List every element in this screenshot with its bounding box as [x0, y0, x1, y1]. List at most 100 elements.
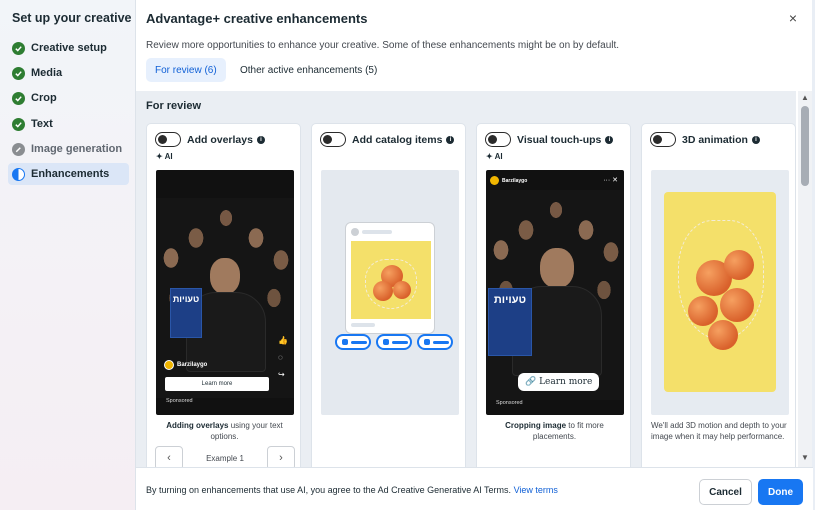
- close-icon[interactable]: ×: [786, 11, 800, 25]
- card-caption: Adding overlays using your text options.: [153, 420, 296, 442]
- example-label: Example 1: [206, 453, 244, 463]
- done-button[interactable]: Done: [758, 479, 803, 505]
- card-add-catalog-items: Add catalog items i: [311, 123, 466, 467]
- review-area: For review Add overlays i ✦ AI טעויות 👍 …: [136, 91, 796, 467]
- card-title: Add catalog items: [352, 133, 443, 146]
- catalog-pill: [376, 334, 412, 350]
- step-label: Image generation: [31, 143, 123, 155]
- learn-more-text: Learn more: [539, 377, 593, 387]
- consent-text: By turning on enhancements that use AI, …: [146, 485, 512, 495]
- card-3d-animation: 3D animation i We'll add 3D motion and d…: [641, 123, 796, 467]
- ai-label: AI: [494, 152, 503, 161]
- brand-name: Barzilaygo: [177, 362, 208, 368]
- info-icon[interactable]: i: [751, 135, 760, 144]
- step-media[interactable]: Media: [8, 62, 129, 84]
- story-controls: ··· ✕: [603, 177, 618, 184]
- step-label: Crop: [31, 92, 57, 104]
- sponsored-label: Sponsored: [496, 400, 523, 406]
- prev-example-button[interactable]: ‹: [155, 446, 183, 467]
- learn-more-pill: 🔗 Learn more: [518, 373, 600, 391]
- next-example-button[interactable]: ›: [266, 446, 295, 467]
- modal-title: Advantage+ creative enhancements: [146, 11, 368, 26]
- scroll-down-icon[interactable]: ▼: [801, 453, 809, 462]
- man-head: [210, 258, 240, 294]
- catalog-pill: [417, 334, 453, 350]
- learn-more-cta: Learn more: [165, 377, 269, 391]
- tab-for-review[interactable]: For review (6): [146, 58, 226, 82]
- card-add-overlays: Add overlays i ✦ AI טעויות 👍 ◌ ↪ Barzila…: [146, 123, 301, 467]
- setup-sidebar: Set up your creative Creative setup Medi…: [0, 0, 136, 510]
- check-icon: [12, 66, 25, 80]
- sidebar-title: Set up your creative: [12, 11, 132, 25]
- avatar: [490, 176, 499, 185]
- tab-other-active[interactable]: Other active enhancements (5): [231, 58, 386, 82]
- ai-label: AI: [164, 152, 173, 161]
- scroll-up-icon[interactable]: ▲: [801, 93, 809, 102]
- scroll-thumb[interactable]: [801, 106, 809, 186]
- check-icon: [12, 91, 25, 105]
- like-icon: 👍: [278, 336, 288, 345]
- overlay-preview-image: טעויות 👍 ◌ ↪ Barzilaygo Learn more Spons…: [156, 170, 294, 415]
- modal-footer: By turning on enhancements that use AI, …: [136, 467, 813, 510]
- 3d-animation-preview: [651, 170, 789, 415]
- card-header: Visual touch-ups i: [485, 132, 614, 147]
- card-title: Add overlays: [187, 133, 253, 146]
- ai-badge: ✦ AI: [486, 152, 503, 161]
- sparkle-icon: ✦: [156, 152, 165, 161]
- step-image-generation[interactable]: Image generation: [8, 138, 129, 160]
- peach-bag-image: [351, 241, 431, 319]
- caption-bold: Adding overlays: [166, 421, 229, 430]
- ai-badge: ✦ AI: [156, 152, 173, 161]
- reaction-icons: 👍 ◌ ↪: [278, 336, 288, 379]
- review-scrollbar[interactable]: ▲ ▼: [798, 91, 812, 467]
- card-caption: We'll add 3D motion and depth to your im…: [651, 421, 787, 441]
- link-icon: 🔗: [525, 377, 540, 387]
- catalog-item-pills: [335, 334, 453, 350]
- story-header: Barzilaygo: [490, 176, 527, 185]
- catalog-toggle[interactable]: [320, 132, 346, 147]
- modal-subtitle: Review more opportunities to enhance you…: [146, 40, 620, 51]
- book-cover: טעויות: [488, 288, 532, 356]
- card-title: Visual touch-ups: [517, 133, 602, 146]
- enhancements-modal: Advantage+ creative enhancements × Revie…: [135, 0, 813, 510]
- card-caption: Cropping image to fit more placements.: [483, 420, 626, 442]
- share-icon: ↪: [278, 370, 285, 379]
- sponsored-label: Sponsored: [166, 398, 193, 404]
- view-terms-link[interactable]: View terms: [514, 485, 558, 495]
- catalog-preview: [321, 170, 459, 415]
- peach-bag-image: [664, 192, 776, 392]
- example-pager: ‹ Example 1 ›: [155, 445, 295, 467]
- step-label: Enhancements: [31, 168, 110, 180]
- step-crop[interactable]: Crop: [8, 87, 129, 109]
- cancel-button[interactable]: Cancel: [699, 479, 752, 505]
- half-circle-icon: [12, 167, 25, 181]
- section-heading: For review: [146, 100, 202, 112]
- card-header: Add overlays i: [155, 132, 265, 147]
- comment-icon: ◌: [278, 353, 283, 362]
- step-label: Media: [31, 67, 63, 79]
- step-creative-setup[interactable]: Creative setup: [8, 37, 129, 59]
- step-text[interactable]: Text: [8, 113, 129, 135]
- step-enhancements[interactable]: Enhancements: [8, 163, 129, 185]
- catalog-phone-mockup: [345, 222, 435, 334]
- info-icon[interactable]: i: [605, 135, 614, 144]
- 3d-animation-toggle[interactable]: [650, 132, 676, 147]
- caption-bold: Cropping image: [505, 421, 567, 430]
- book-cover: טעויות: [170, 288, 202, 338]
- man-head: [540, 248, 574, 288]
- overlays-toggle[interactable]: [155, 132, 181, 147]
- catalog-pill: [335, 334, 371, 350]
- card-header: 3D animation i: [650, 132, 760, 147]
- info-icon[interactable]: i: [446, 135, 455, 144]
- check-icon: [12, 117, 25, 131]
- brand-name: Barzilaygo: [502, 177, 528, 184]
- touch-ups-toggle[interactable]: [485, 132, 511, 147]
- brand-row: Barzilaygo: [164, 360, 207, 370]
- card-header: Add catalog items i: [320, 132, 455, 147]
- card-title: 3D animation: [682, 133, 748, 146]
- sparkle-icon: ✦: [486, 152, 495, 161]
- ai-terms-consent: By turning on enhancements that use AI, …: [146, 485, 558, 495]
- info-icon[interactable]: i: [256, 135, 265, 144]
- pencil-icon: [12, 142, 25, 156]
- step-label: Text: [31, 118, 53, 130]
